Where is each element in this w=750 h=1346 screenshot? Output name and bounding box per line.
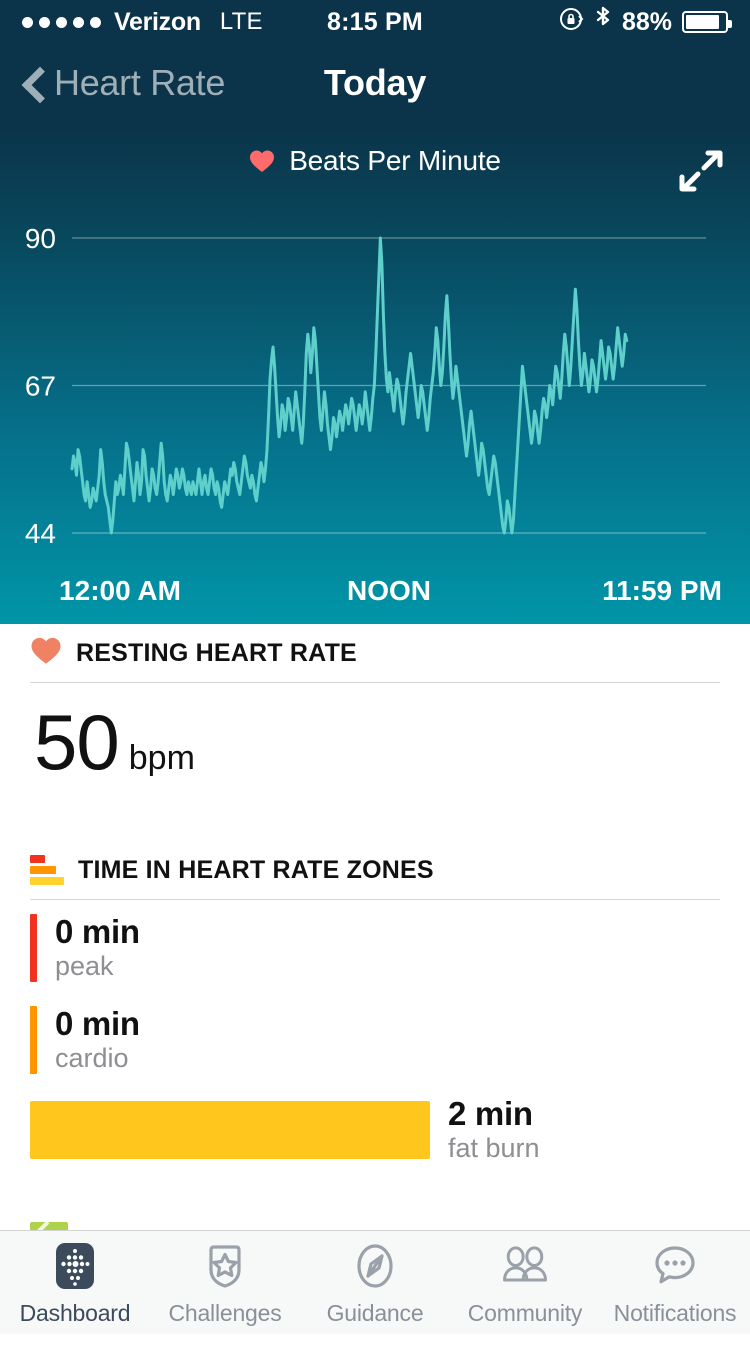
- shield-star-icon: [198, 1239, 252, 1293]
- heart-rate-line-chart[interactable]: 44 67 90 12:00 AM NOON 11:59 PM: [0, 122, 750, 624]
- zone-text-cardio: 0 min cardio: [55, 1005, 140, 1074]
- chevron-left-icon: [20, 70, 46, 96]
- battery-percent-label: 88%: [621, 7, 672, 36]
- zone-text-peak: 0 min peak: [55, 913, 140, 982]
- resting-heart-rate-section: RESTING HEART RATE 50 bpm: [0, 624, 750, 797]
- resting-heart-rate-value: 50: [34, 698, 120, 786]
- heart-rate-chart-card[interactable]: Beats Per Minute 44 67 90 12:00 AM NOON 11:59…: [0, 122, 750, 624]
- tab-dashboard[interactable]: Dashboard: [0, 1231, 150, 1334]
- svg-text:44: 44: [25, 518, 56, 549]
- svg-text:12:00 AM: 12:00 AM: [59, 575, 181, 606]
- network-type-label: LTE: [219, 8, 263, 35]
- people-icon: [498, 1239, 552, 1293]
- dot-grid-icon: [48, 1239, 102, 1293]
- tab-community[interactable]: Community: [450, 1231, 600, 1334]
- resting-heart-rate-unit: bpm: [128, 739, 195, 777]
- zone-row-fat-burn[interactable]: 2 min fat burn: [30, 1084, 720, 1176]
- tab-guidance[interactable]: Guidance: [300, 1231, 450, 1334]
- svg-text:NOON: NOON: [347, 575, 431, 606]
- zone-minutes-peak: 0 min: [55, 913, 140, 951]
- battery-icon: [682, 11, 732, 33]
- back-button-label: Heart Rate: [54, 62, 226, 103]
- heart-rate-zones-header: TIME IN HEART RATE ZONES: [30, 841, 720, 899]
- navigation-bar: Heart Rate Today: [0, 44, 750, 122]
- zone-text-fat-burn: 2 min fat burn: [448, 1095, 540, 1164]
- zone-bar-peak: [30, 914, 37, 983]
- svg-text:11:59 PM: 11:59 PM: [602, 575, 722, 606]
- rotation-lock-icon: [558, 6, 584, 39]
- heart-rate-zones-section: TIME IN HEART RATE ZONES 0 min peak 0 mi…: [0, 841, 750, 1176]
- resting-heart-rate-value-row: 50 bpm: [30, 683, 720, 797]
- tab-notifications[interactable]: Notifications: [600, 1231, 750, 1334]
- resting-heart-rate-title: RESTING HEART RATE: [76, 638, 357, 667]
- compass-icon: [348, 1239, 402, 1293]
- zone-row-cardio[interactable]: 0 min cardio: [30, 992, 720, 1084]
- heart-icon: [30, 636, 62, 670]
- back-button[interactable]: Heart Rate: [20, 62, 225, 104]
- tab-label-challenges: Challenges: [168, 1299, 282, 1326]
- zone-bar-fat-burn: [30, 1101, 430, 1160]
- zone-name-peak: peak: [55, 951, 114, 982]
- zone-row-peak[interactable]: 0 min peak: [30, 900, 720, 992]
- tab-label-guidance: Guidance: [326, 1299, 424, 1326]
- bar-chart-icon: [30, 855, 64, 886]
- tab-label-notifications: Notifications: [613, 1299, 737, 1326]
- zone-bar-cardio: [30, 1006, 37, 1075]
- svg-text:90: 90: [25, 223, 56, 254]
- carrier-label: Verizon: [114, 7, 201, 36]
- zone-name-fat-burn: fat burn: [448, 1133, 540, 1164]
- zone-minutes-fat-burn: 2 min: [448, 1095, 533, 1133]
- zone-name-cardio: cardio: [55, 1043, 129, 1074]
- zone-minutes-cardio: 0 min: [55, 1005, 140, 1043]
- tab-label-community: Community: [467, 1299, 583, 1326]
- heart-rate-zones-title: TIME IN HEART RATE ZONES: [78, 855, 434, 884]
- status-bar: Verizon LTE 8:15 PM 88%: [0, 0, 750, 44]
- tab-label-dashboard: Dashboard: [19, 1299, 131, 1326]
- speech-bubble-icon: [648, 1239, 702, 1293]
- signal-strength-dots: [22, 16, 101, 28]
- resting-heart-rate-header: RESTING HEART RATE: [30, 624, 720, 682]
- tab-challenges[interactable]: Challenges: [150, 1231, 300, 1334]
- svg-text:67: 67: [25, 371, 56, 402]
- status-bar-right: 88%: [558, 5, 732, 40]
- status-bar-left: Verizon LTE: [22, 8, 263, 37]
- tab-bar: Dashboard Challenges Guidance Community …: [0, 1230, 750, 1334]
- bluetooth-icon: [594, 5, 612, 40]
